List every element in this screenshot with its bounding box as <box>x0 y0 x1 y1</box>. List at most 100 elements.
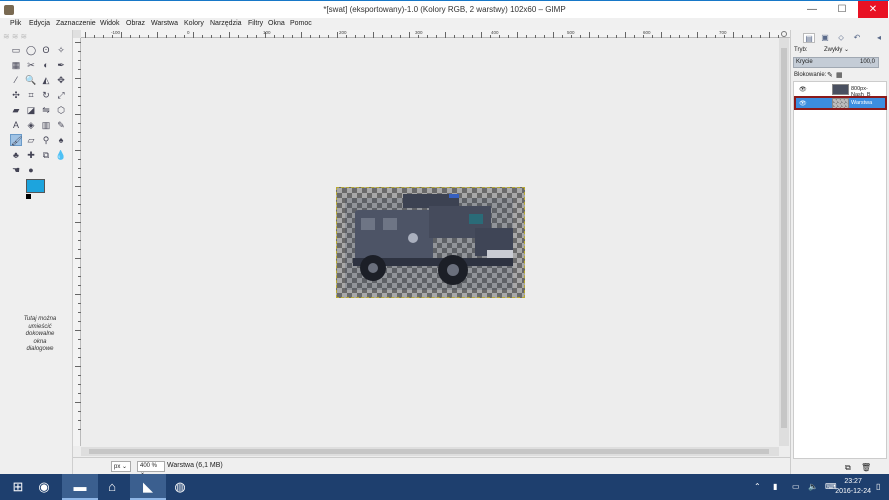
vertical-ruler[interactable] <box>73 38 81 446</box>
vertical-scrollbar[interactable] <box>779 38 789 446</box>
vertical-scroll-thumb[interactable] <box>781 48 787 428</box>
lock-alpha-icon[interactable]: ▦ <box>836 71 843 79</box>
layer-row[interactable]: 👁 800px-Nash_B <box>794 83 886 98</box>
selected-layer-highlight <box>794 96 887 110</box>
dodge-burn-icon[interactable]: ● <box>25 164 37 176</box>
mode-select[interactable]: Zwykły ⌄ <box>824 46 877 55</box>
rotate-icon[interactable]: ↻ <box>40 89 52 101</box>
foreground-select-icon[interactable]: ◐ <box>40 59 52 71</box>
gimp-taskbar-icon[interactable]: ◣ <box>130 474 166 500</box>
ruler-tick <box>75 114 81 115</box>
canvas-image[interactable] <box>336 187 525 298</box>
network-icon[interactable]: ▮ <box>773 482 777 491</box>
opacity-slider[interactable]: Krycie 100,0 <box>793 57 879 68</box>
color-picker-icon[interactable]: ⁄ <box>10 74 22 86</box>
cage-icon[interactable]: ⬡ <box>55 104 67 116</box>
ruler-tick <box>78 132 81 133</box>
ruler-tick <box>78 141 81 142</box>
ruler-tick <box>589 32 590 38</box>
paint-palette-icon[interactable]: ◍ <box>162 474 198 500</box>
layer-buttons: ⧉ 🗑 <box>791 461 889 474</box>
delete-layer-icon[interactable]: 🗑 <box>861 463 871 472</box>
paths-icon[interactable]: ✒ <box>55 59 67 71</box>
ink-icon[interactable]: ♠ <box>55 134 67 146</box>
home-icon[interactable]: ⌂ <box>94 474 130 500</box>
menu-pomoc[interactable]: Pomoc <box>290 20 312 27</box>
shear-icon[interactable]: ▰ <box>10 104 22 116</box>
text-icon[interactable]: A <box>10 119 22 131</box>
default-colors-icon[interactable] <box>26 194 31 199</box>
perspective-clone-icon[interactable]: ⧉ <box>40 149 52 161</box>
dock-menu-icon[interactable]: ◂ <box>873 33 885 43</box>
scissors-icon[interactable]: ✂ <box>25 59 37 71</box>
menu-filtry[interactable]: Filtry <box>248 20 263 27</box>
menu-okna[interactable]: Okna <box>268 20 285 27</box>
measure-icon[interactable]: ◭ <box>40 74 52 86</box>
menu-bar: Plik Edycja Zaznaczenie Widok Obraz Wars… <box>0 18 889 30</box>
move-icon[interactable]: ✥ <box>55 74 67 86</box>
menu-obraz[interactable]: Obraz <box>126 20 145 27</box>
tab-paths-icon[interactable]: ⬦ <box>835 33 847 43</box>
clock[interactable]: 23:27 2016-12-24 <box>835 477 871 497</box>
pencil-icon[interactable]: ✎ <box>55 119 67 131</box>
bucket-fill-icon[interactable]: ◈ <box>25 119 37 131</box>
ruler-tick <box>526 35 527 38</box>
menu-widok[interactable]: Widok <box>100 20 119 27</box>
heal-icon[interactable]: ✚ <box>25 149 37 161</box>
horizontal-scrollbar[interactable] <box>81 447 779 456</box>
menu-edycja[interactable]: Edycja <box>29 20 50 27</box>
ruler-tick <box>78 168 81 169</box>
perspective-icon[interactable]: ◪ <box>25 104 37 116</box>
navigate-icon[interactable] <box>781 31 787 37</box>
align-icon[interactable]: ✣ <box>10 89 22 101</box>
flip-icon[interactable]: ⇋ <box>40 104 52 116</box>
visibility-eye-icon[interactable]: 👁 <box>799 86 807 93</box>
menu-warstwa[interactable]: Warstwa <box>151 20 178 27</box>
menu-zaznaczenie[interactable]: Zaznaczenie <box>56 20 96 27</box>
blur-icon[interactable]: 💧 <box>55 149 67 161</box>
ruler-tick <box>517 32 518 38</box>
smudge-icon[interactable]: ☚ <box>10 164 22 176</box>
lock-pixels-icon[interactable]: ✎ <box>827 71 833 79</box>
airbrush-icon[interactable]: ⚲ <box>40 134 52 146</box>
ellipse-select-icon[interactable]: ◯ <box>25 44 37 56</box>
ruler-corner[interactable] <box>73 30 81 38</box>
scale-icon[interactable]: ⤢ <box>55 89 67 101</box>
fuzzy-select-icon[interactable]: ✧ <box>55 44 67 56</box>
clone-icon[interactable]: ♣ <box>10 149 22 161</box>
close-button[interactable]: ✕ <box>858 1 888 18</box>
tab-layers-icon[interactable]: ▤ <box>803 33 815 43</box>
tab-history-icon[interactable]: ↶ <box>851 33 863 43</box>
duplicate-layer-icon[interactable]: ⧉ <box>845 463 851 473</box>
tray-arrow-icon[interactable]: ⌃ <box>754 482 761 491</box>
firefox-icon[interactable]: ◉ <box>26 474 62 500</box>
select-by-color-icon[interactable]: ▦ <box>10 59 22 71</box>
notifications-icon[interactable]: ▯ <box>876 482 880 491</box>
ruler-tick <box>148 35 149 38</box>
foreground-color-swatch[interactable] <box>26 179 45 193</box>
paintbrush-icon[interactable]: 🖌 <box>10 134 22 146</box>
ruler-tick <box>75 222 81 223</box>
gradient-icon[interactable]: ▥ <box>40 119 52 131</box>
zoom-icon[interactable]: 🔍 <box>25 74 37 86</box>
maximize-button[interactable]: ☐ <box>827 1 857 18</box>
rect-select-icon[interactable]: ▭ <box>10 44 22 56</box>
ruler-tick <box>130 35 131 38</box>
zoom-selector[interactable]: 400 % ⌄ <box>137 461 165 476</box>
ruler-tick <box>634 35 635 38</box>
menu-plik[interactable]: Plik <box>10 20 21 27</box>
speaker-icon[interactable]: 🔈 <box>808 482 818 491</box>
eraser-icon[interactable]: ▱ <box>25 134 37 146</box>
tab-channels-icon[interactable]: ▣ <box>819 33 831 43</box>
crop-icon[interactable]: ⌗ <box>25 89 37 101</box>
file-explorer-icon[interactable]: ▬ <box>62 474 98 500</box>
image-window: -100 0 100 200 300 400 500 600 700 px ⌄ 4 <box>73 30 790 476</box>
battery-icon[interactable]: ▭ <box>792 482 800 491</box>
lasso-icon[interactable]: ʘ <box>40 44 52 56</box>
menu-kolory[interactable]: Kolory <box>184 20 204 27</box>
minimize-button[interactable]: — <box>797 1 827 18</box>
horizontal-ruler[interactable]: -100 0 100 200 300 400 500 600 700 <box>81 30 790 38</box>
horizontal-scroll-thumb[interactable] <box>89 449 769 454</box>
menu-narzedzia[interactable]: Narzędzia <box>210 20 242 27</box>
unit-selector[interactable]: px ⌄ <box>111 461 131 472</box>
